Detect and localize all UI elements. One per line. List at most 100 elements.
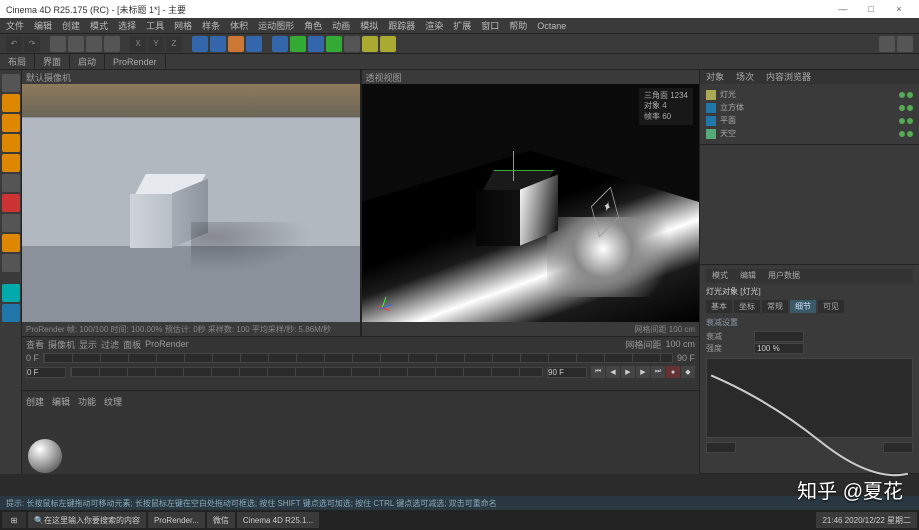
falloff-graph[interactable] <box>706 358 913 438</box>
viewport-perspective-body[interactable]: 三角面 1234 对象 4 帧率 60 <box>362 84 700 322</box>
play-button[interactable]: ▶ <box>621 366 635 378</box>
spline-button[interactable] <box>290 36 306 52</box>
render-settings-button[interactable] <box>228 36 244 52</box>
redo-button[interactable]: ↷ <box>24 36 40 52</box>
object-list[interactable]: 灯光 立方体 平面 天空 <box>700 84 919 144</box>
nav-axis-icon[interactable] <box>368 290 394 316</box>
prev-frame-button[interactable]: ◀ <box>606 366 620 378</box>
record-button[interactable]: ● <box>666 366 680 378</box>
frame-end-input[interactable] <box>547 367 587 378</box>
menu-render[interactable]: 渲染 <box>425 19 443 32</box>
render-view-button[interactable] <box>192 36 208 52</box>
viewport-render[interactable]: 默认摄像机 ProRender 帧: 100/100 时间: 100.00% 预… <box>22 70 360 336</box>
model-mode-button[interactable] <box>2 74 20 92</box>
primitive-cube-button[interactable] <box>272 36 288 52</box>
mat-menu-create[interactable]: 创建 <box>26 395 44 407</box>
snap-button[interactable] <box>2 214 20 232</box>
mat-menu-edit[interactable]: 编辑 <box>52 395 70 407</box>
axis-y-toggle[interactable]: Y <box>148 36 164 52</box>
texture-mode-button[interactable] <box>2 94 20 112</box>
window-close[interactable]: × <box>885 4 913 14</box>
start-button[interactable]: ⊞ <box>2 512 26 528</box>
point-mode-button[interactable] <box>2 194 20 212</box>
next-frame-button[interactable]: ▶ <box>636 366 650 378</box>
picture-viewer-button[interactable] <box>246 36 262 52</box>
material-swatch[interactable] <box>28 439 62 473</box>
tl-menu-display[interactable]: 显示 <box>79 338 97 351</box>
timeline-range-track[interactable] <box>70 367 543 377</box>
taskbar-app-c4d[interactable]: Cinema 4D R25.1... <box>237 512 319 528</box>
tab-takes[interactable]: 场次 <box>730 70 760 84</box>
menu-edit[interactable]: 编辑 <box>34 19 52 32</box>
falloff-input[interactable] <box>754 331 804 342</box>
attr-tab-basic[interactable]: 基本 <box>706 300 732 313</box>
timeline-track[interactable] <box>43 353 673 363</box>
attr-tab-visibility[interactable]: 可见 <box>818 300 844 313</box>
menu-octane[interactable]: Octane <box>537 21 566 31</box>
deformer-button[interactable] <box>326 36 342 52</box>
menu-window[interactable]: 窗口 <box>481 19 499 32</box>
menu-simulate[interactable]: 模拟 <box>360 19 378 32</box>
attr-tab-details[interactable]: 细节 <box>790 300 816 313</box>
camera-button[interactable] <box>362 36 378 52</box>
taskbar-app-wechat[interactable]: 微信 <box>207 512 235 528</box>
workplane-button[interactable] <box>2 114 20 132</box>
tab-content[interactable]: 内容浏览器 <box>760 70 817 84</box>
window-minimize[interactable]: — <box>829 4 857 14</box>
tab-objects[interactable]: 对象 <box>700 70 730 84</box>
locked-button[interactable] <box>2 254 20 272</box>
menu-spline[interactable]: 样条 <box>202 19 220 32</box>
viewport-render-body[interactable] <box>22 84 360 322</box>
axis-mode-button[interactable] <box>2 174 20 192</box>
object-row-cube[interactable]: 立方体 <box>706 101 913 114</box>
axis-z-toggle[interactable]: Z <box>166 36 182 52</box>
window-maximize[interactable]: □ <box>857 4 885 14</box>
layout-tab-layout[interactable]: 布局 <box>0 54 35 69</box>
scale-tool[interactable] <box>86 36 102 52</box>
layout-button[interactable] <box>897 36 913 52</box>
attr-tab-general[interactable]: 常规 <box>762 300 788 313</box>
taskbar-app-prorender[interactable]: ProRender... <box>148 512 205 528</box>
select-tool[interactable] <box>50 36 66 52</box>
tl-menu-view[interactable]: 查看 <box>26 338 44 351</box>
attr-tab-edit[interactable]: 编辑 <box>734 269 762 283</box>
tl-menu-prorender[interactable]: ProRender <box>145 339 189 349</box>
taskbar-search[interactable]: 🔍 在这里输入你要搜索的内容 <box>28 512 146 528</box>
menu-tracker[interactable]: 跟踪器 <box>388 19 415 32</box>
environment-button[interactable] <box>344 36 360 52</box>
mat-menu-function[interactable]: 功能 <box>78 395 96 407</box>
frame-start-input[interactable] <box>26 367 66 378</box>
move-tool[interactable] <box>68 36 84 52</box>
layout-tab-interface[interactable]: 界面 <box>35 54 70 69</box>
attr-tab-userdata[interactable]: 用户数据 <box>762 269 806 283</box>
autokey-button[interactable]: ◆ <box>681 366 695 378</box>
axis-gizmo[interactable] <box>513 151 515 191</box>
intensity-input[interactable] <box>754 343 804 354</box>
tag-button[interactable] <box>879 36 895 52</box>
menu-create[interactable]: 创建 <box>62 19 80 32</box>
goto-end-button[interactable]: ⏭ <box>651 366 665 378</box>
menu-mograph[interactable]: 运动图形 <box>258 19 294 32</box>
attr-tab-coord[interactable]: 坐标 <box>734 300 760 313</box>
mat-menu-texture[interactable]: 纹理 <box>104 395 122 407</box>
menu-select[interactable]: 选择 <box>118 19 136 32</box>
object-row-light[interactable]: 灯光 <box>706 88 913 101</box>
layers-panel[interactable] <box>700 145 919 265</box>
layout-tab-prorender[interactable]: ProRender <box>105 54 166 69</box>
rotate-tool[interactable] <box>104 36 120 52</box>
viewport-perspective[interactable]: 透视视图 三角面 1234 对象 4 帧率 6 <box>362 70 700 336</box>
tl-menu-panel[interactable]: 面板 <box>123 338 141 351</box>
menu-character[interactable]: 角色 <box>304 19 322 32</box>
menu-mesh[interactable]: 网格 <box>174 19 192 32</box>
viewport-solo-button[interactable] <box>2 284 20 302</box>
tl-menu-filter[interactable]: 过滤 <box>101 338 119 351</box>
render-region-button[interactable] <box>210 36 226 52</box>
menu-animate[interactable]: 动画 <box>332 19 350 32</box>
polygon-mode-button[interactable] <box>2 154 20 172</box>
menu-file[interactable]: 文件 <box>6 19 24 32</box>
menu-tools[interactable]: 工具 <box>146 19 164 32</box>
viewport-toggle-button[interactable] <box>2 304 20 322</box>
tl-menu-camera[interactable]: 摄像机 <box>48 338 75 351</box>
menu-help[interactable]: 帮助 <box>509 19 527 32</box>
attr-tab-mode[interactable]: 模式 <box>706 269 734 283</box>
